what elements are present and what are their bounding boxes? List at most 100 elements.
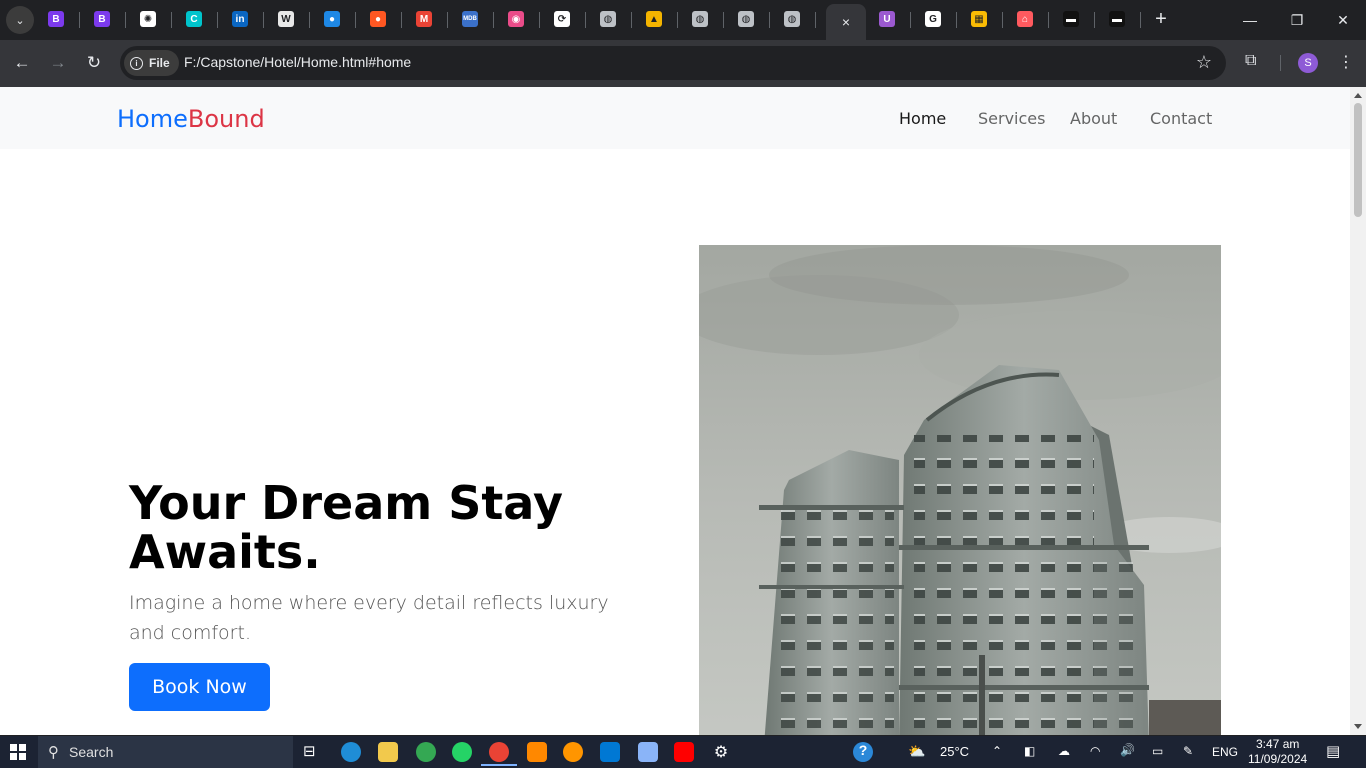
graduation-cap-icon: ▲	[646, 11, 662, 27]
browser-tab[interactable]: ◍	[597, 8, 619, 30]
new-tab-button[interactable]: +	[1150, 8, 1172, 30]
address-bar[interactable]: i File F:/Capstone/Hotel/Home.html#home …	[120, 46, 1226, 80]
browser-tab[interactable]: in	[229, 8, 251, 30]
task-view-icon[interactable]: ⊟	[303, 742, 323, 762]
browser-tab[interactable]: M	[413, 8, 435, 30]
browser-tab[interactable]: ▲	[643, 8, 665, 30]
browser-tab[interactable]: W	[275, 8, 297, 30]
profile-avatar[interactable]: S	[1298, 53, 1318, 73]
tab-separator	[956, 12, 957, 28]
site-navbar: HomeBound Home Services About Contact	[0, 87, 1350, 149]
whatsapp-icon[interactable]	[452, 742, 472, 762]
volume-icon[interactable]: 🔊	[1120, 743, 1135, 757]
pen-icon[interactable]: ✎	[1183, 744, 1193, 758]
brand-logo-home: Home	[117, 105, 188, 133]
meet-icon[interactable]: ◧	[1024, 744, 1035, 758]
active-tab[interactable]: ×	[826, 4, 866, 40]
minimize-icon[interactable]: —	[1238, 8, 1262, 32]
weather-temp[interactable]: 25°C	[940, 744, 969, 759]
restore-icon[interactable]: ❐	[1285, 8, 1309, 32]
tab-separator	[263, 12, 264, 28]
nav-link-about[interactable]: About	[1070, 109, 1117, 128]
browser-tab[interactable]: ⌂	[1014, 8, 1036, 30]
browser-tab[interactable]: B	[45, 8, 67, 30]
tray-chevron-up-icon[interactable]: ⌃	[992, 744, 1002, 758]
tab-separator	[910, 12, 911, 28]
browser-tab[interactable]: ◍	[735, 8, 757, 30]
browser-toolbar: ← → ↻ i File F:/Capstone/Hotel/Home.html…	[0, 40, 1366, 87]
tab-strip: ⌄ B B ✺ Cin W ● ● M MDB ◉ ⟳ ◍ ▲ ◍ ◍ ◍ × U G ▦ ⌂ ▬ ▬ + — ❐ ✕	[0, 0, 1366, 40]
taskbar-search-label: Search	[69, 744, 114, 760]
forward-arrow-icon[interactable]: →	[47, 52, 69, 74]
browser-tab[interactable]: ✺	[137, 8, 159, 30]
clock-date[interactable]: 11/09/2024	[1248, 752, 1307, 766]
help-icon[interactable]: ?	[853, 742, 873, 762]
clock-time[interactable]: 3:47 am	[1256, 737, 1299, 751]
vscode-icon[interactable]	[600, 742, 620, 762]
mdb-icon: MDB	[462, 11, 478, 27]
chrome-active-icon[interactable]	[481, 742, 517, 766]
browser-tab[interactable]: ●	[321, 8, 343, 30]
browser-tab[interactable]: G	[922, 8, 944, 30]
weather-cloud-icon[interactable]: ⛅	[908, 743, 925, 760]
reload-icon[interactable]: ↻	[83, 52, 105, 74]
brand-logo-bound: Bound	[187, 105, 265, 133]
nav-link-home[interactable]: Home	[899, 109, 946, 128]
close-window-icon[interactable]: ✕	[1331, 8, 1355, 32]
chatgpt-icon: ✺	[140, 11, 156, 27]
book-now-button[interactable]: Book Now	[129, 663, 270, 711]
onedrive-icon[interactable]: ☁	[1058, 744, 1070, 758]
vlc-icon[interactable]	[527, 742, 547, 762]
tab-separator	[585, 12, 586, 28]
globe-icon: ◍	[784, 11, 800, 27]
site-info-chip[interactable]: i File	[124, 50, 179, 76]
extensions-puzzle-icon[interactable]: ⧉	[1245, 52, 1256, 70]
globe-icon: ◍	[738, 11, 754, 27]
browser-tab[interactable]: ▬	[1106, 8, 1128, 30]
bookmark-star-icon[interactable]: ☆	[1196, 52, 1212, 73]
back-arrow-icon[interactable]: ←	[11, 52, 33, 74]
brand-logo[interactable]: HomeBound	[117, 105, 265, 133]
windows-start-icon[interactable]	[10, 744, 26, 760]
browser-tab[interactable]: ◍	[781, 8, 803, 30]
youtube-icon[interactable]	[674, 742, 694, 762]
scroll-down-arrow-icon[interactable]	[1354, 724, 1362, 729]
browser-tab[interactable]: C	[183, 8, 205, 30]
nav-link-contact[interactable]: Contact	[1150, 109, 1212, 128]
browser-tab[interactable]: U	[876, 8, 898, 30]
language-indicator[interactable]: ENG	[1212, 745, 1238, 759]
browser-tab[interactable]: ◍	[689, 8, 711, 30]
browser-tab[interactable]: MDB	[459, 8, 481, 30]
notepad-icon[interactable]	[638, 742, 658, 762]
hotel-building-photo	[699, 245, 1221, 735]
scroll-thumb[interactable]	[1354, 103, 1362, 217]
edge-icon[interactable]	[341, 742, 361, 762]
browser-tab[interactable]: ▬	[1060, 8, 1082, 30]
settings-gear-icon[interactable]: ⚙	[711, 742, 731, 762]
browser-tab[interactable]: B	[91, 8, 113, 30]
tab-separator	[769, 12, 770, 28]
tab-separator	[1002, 12, 1003, 28]
url-text[interactable]: F:/Capstone/Hotel/Home.html#home	[184, 54, 411, 70]
browser-tab[interactable]: ⟳	[551, 8, 573, 30]
page-scrollbar[interactable]	[1350, 87, 1366, 735]
battery-icon[interactable]: ▭	[1152, 744, 1163, 758]
more-menu-icon[interactable]: ⋮	[1338, 52, 1354, 72]
scroll-up-arrow-icon[interactable]	[1354, 93, 1362, 98]
app-icon[interactable]	[563, 742, 583, 762]
taskbar-search-box[interactable]: ⚲ Search	[38, 736, 293, 768]
browser-tab[interactable]: ●	[367, 8, 389, 30]
dribbble-icon: ◉	[508, 11, 524, 27]
bootstrap-icon: B	[94, 11, 110, 27]
nav-link-services[interactable]: Services	[978, 109, 1045, 128]
notifications-icon[interactable]: ▤	[1326, 742, 1340, 760]
globe-blue-icon: ●	[324, 11, 340, 27]
tab-search-button[interactable]: ⌄	[6, 6, 34, 34]
browser-tab[interactable]: ▦	[968, 8, 990, 30]
browser-tab[interactable]: ◉	[505, 8, 527, 30]
wifi-icon[interactable]: ◠	[1090, 744, 1100, 758]
file-explorer-icon[interactable]	[378, 742, 398, 762]
chrome-icon[interactable]	[416, 742, 436, 762]
close-tab-icon[interactable]: ×	[842, 14, 850, 30]
firebase-icon: ●	[370, 11, 386, 27]
